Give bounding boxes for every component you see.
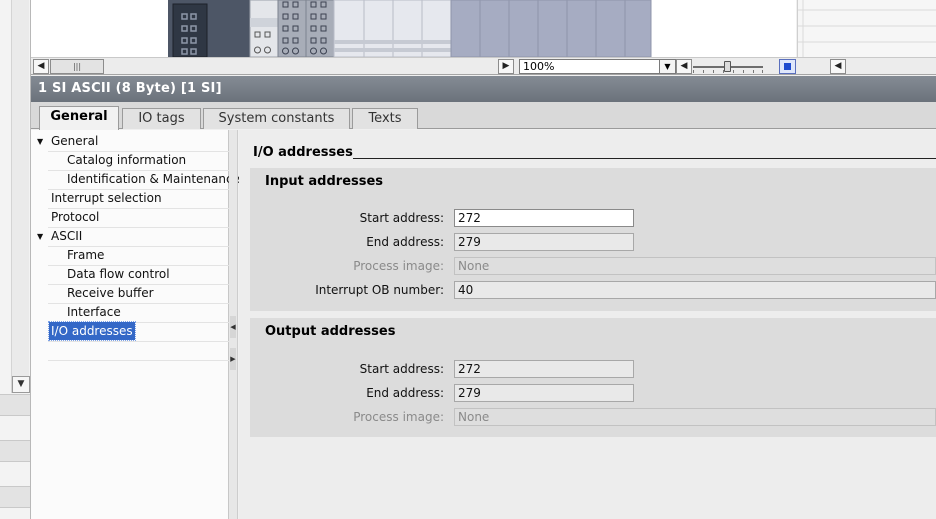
output-end-address-label: End address: [366, 386, 444, 400]
inspector-title: 1 SI ASCII (8 Byte) [1 SI] [31, 76, 936, 102]
expand-right-arrow-icon[interactable]: ▶ [230, 348, 236, 370]
nav-item-io-addresses[interactable]: I/O addresses [48, 321, 136, 341]
input-process-image-field: None [454, 257, 936, 275]
fit-to-view-icon[interactable] [779, 59, 796, 74]
scroll-left-icon[interactable]: ◀ [33, 59, 49, 74]
scroll-down-arrow-icon[interactable]: ▼ [12, 376, 30, 393]
horizontal-scroll-thumb[interactable]: ||| [50, 59, 104, 74]
left-vertical-scrollbar[interactable]: ▼ [11, 0, 30, 393]
nav-item-interrupt-selection[interactable]: Interrupt selection [51, 189, 162, 208]
tab-general[interactable]: General [39, 106, 119, 130]
grid-lines [798, 0, 936, 57]
nav-item-ascii[interactable]: ASCII [51, 227, 82, 246]
nav-item-catalog-information[interactable]: Catalog information [67, 151, 186, 170]
nav-item-frame[interactable]: Frame [67, 246, 104, 265]
interrupt-ob-number-field: 40 [454, 281, 936, 299]
left-band [0, 486, 30, 508]
input-process-image-label: Process image: [353, 259, 444, 273]
input-addresses-group: Input addresses Start address: 272 End a… [250, 168, 936, 311]
zoom-dropdown-arrow-icon[interactable]: ▼ [659, 59, 676, 74]
collapse-left-arrow-icon[interactable]: ◀ [230, 316, 236, 338]
nav-item-identification-maintenance[interactable]: Identification & Maintenance [67, 170, 240, 189]
pane-splitter[interactable]: ◀ ▶ [229, 130, 238, 519]
collapse-icon[interactable]: ▼ [37, 227, 45, 246]
zoom-slider-knob[interactable] [724, 61, 731, 72]
tia-portal-window: ▼ ◀ ||| ▶ 100% ▼ ◀ ◀ 1 SI ASCII (8 Byte)… [0, 0, 936, 519]
input-addresses-title: Input addresses [265, 174, 384, 189]
overview-grid [797, 0, 936, 57]
input-start-address-field[interactable]: 272 [454, 209, 634, 227]
left-panel-strip: ▼ [0, 0, 31, 519]
output-end-address-field: 279 [454, 384, 634, 402]
section-title: I/O addresses [253, 145, 353, 160]
inspector-tabs: General IO tags System constants Texts [31, 102, 936, 130]
zoom-out-icon[interactable]: ◀ [676, 59, 692, 74]
tab-system-constants[interactable]: System constants [203, 108, 350, 129]
input-start-address-label: Start address: [359, 211, 444, 225]
input-end-address-field: 279 [454, 233, 634, 251]
device-view-canvas[interactable]: ▼ [31, 0, 796, 57]
properties-navigation: ▼ General Catalog information Identifica… [31, 130, 240, 519]
tab-io-tags[interactable]: IO tags [122, 108, 201, 129]
interrupt-ob-number-label: Interrupt OB number: [315, 283, 444, 297]
nav-item-interface[interactable]: Interface [67, 303, 121, 322]
overview-scroll-left-icon[interactable]: ◀ [830, 59, 846, 74]
collapse-icon[interactable]: ▼ [37, 132, 45, 151]
nav-item-general[interactable]: General [51, 132, 98, 151]
nav-item-protocol[interactable]: Protocol [51, 208, 99, 227]
output-addresses-title: Output addresses [265, 324, 396, 339]
canvas-toolbar: ◀ ||| ▶ 100% ▼ ◀ ◀ [31, 57, 936, 75]
input-end-address-label: End address: [366, 235, 444, 249]
output-process-image-field: None [454, 408, 936, 426]
output-process-image-label: Process image: [353, 410, 444, 424]
rack-graphic [168, 0, 652, 57]
zoom-slider[interactable] [693, 61, 763, 73]
nav-item-receive-buffer[interactable]: Receive buffer [67, 284, 154, 303]
properties-content: I/O addresses Input addresses Start addr… [239, 130, 936, 519]
tab-texts[interactable]: Texts [352, 108, 418, 129]
zoom-level-field[interactable]: 100% [519, 59, 676, 74]
nav-item-data-flow-control[interactable]: Data flow control [67, 265, 170, 284]
left-band [0, 440, 30, 462]
section-divider [353, 158, 936, 159]
output-start-address-label: Start address: [359, 362, 444, 376]
scroll-right-icon[interactable]: ▶ [498, 59, 514, 74]
output-addresses-group: Output addresses Start address: 272 End … [250, 318, 936, 437]
left-band [0, 394, 30, 416]
output-start-address-field[interactable]: 272 [454, 360, 634, 378]
